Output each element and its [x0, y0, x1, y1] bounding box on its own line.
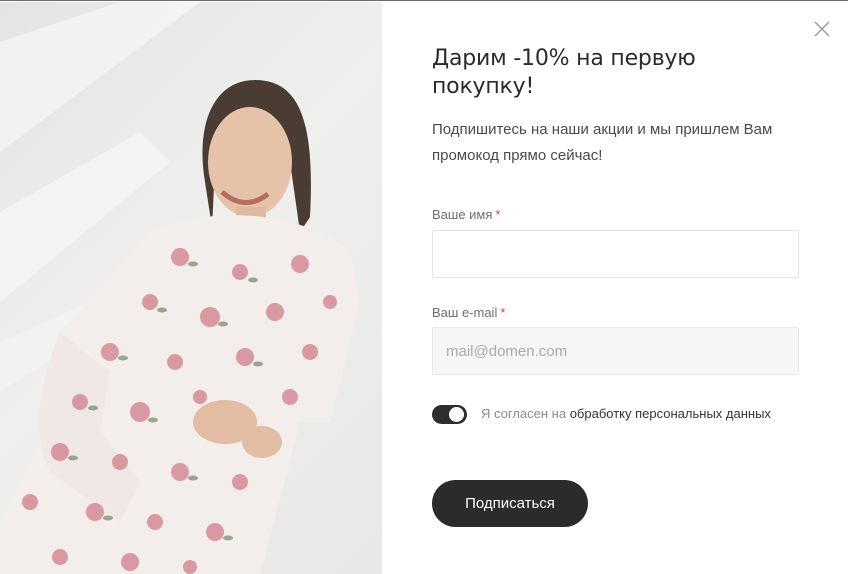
name-label-text: Ваше имя [432, 207, 493, 222]
name-label: Ваше имя * [432, 207, 500, 222]
email-label: Ваш e-mail * [432, 305, 505, 320]
consent-text: Я согласен на обработку персональных дан… [481, 404, 781, 424]
subscribe-modal: Дарим -10% на первую покупку! Подпишитес… [0, 0, 848, 574]
promo-photo [0, 2, 382, 574]
popup-description: Подпишитесь на наши акции и мы пришлем В… [432, 121, 773, 164]
popup-title: Дарим -10% на первую покупку! [432, 46, 696, 99]
required-mark: * [500, 305, 506, 320]
consent-toggle[interactable] [432, 405, 467, 424]
email-label-text: Ваш e-mail [432, 305, 498, 320]
consent-link[interactable]: обработку персональных данных [570, 406, 771, 421]
required-mark: * [495, 207, 501, 222]
email-input[interactable] [432, 327, 799, 375]
toggle-knob [449, 407, 464, 422]
subscribe-button[interactable]: Подписаться [432, 480, 588, 527]
close-icon [814, 21, 830, 37]
name-input[interactable] [432, 230, 799, 278]
consent-prefix: Я согласен на [481, 406, 567, 421]
close-button[interactable] [812, 19, 832, 39]
